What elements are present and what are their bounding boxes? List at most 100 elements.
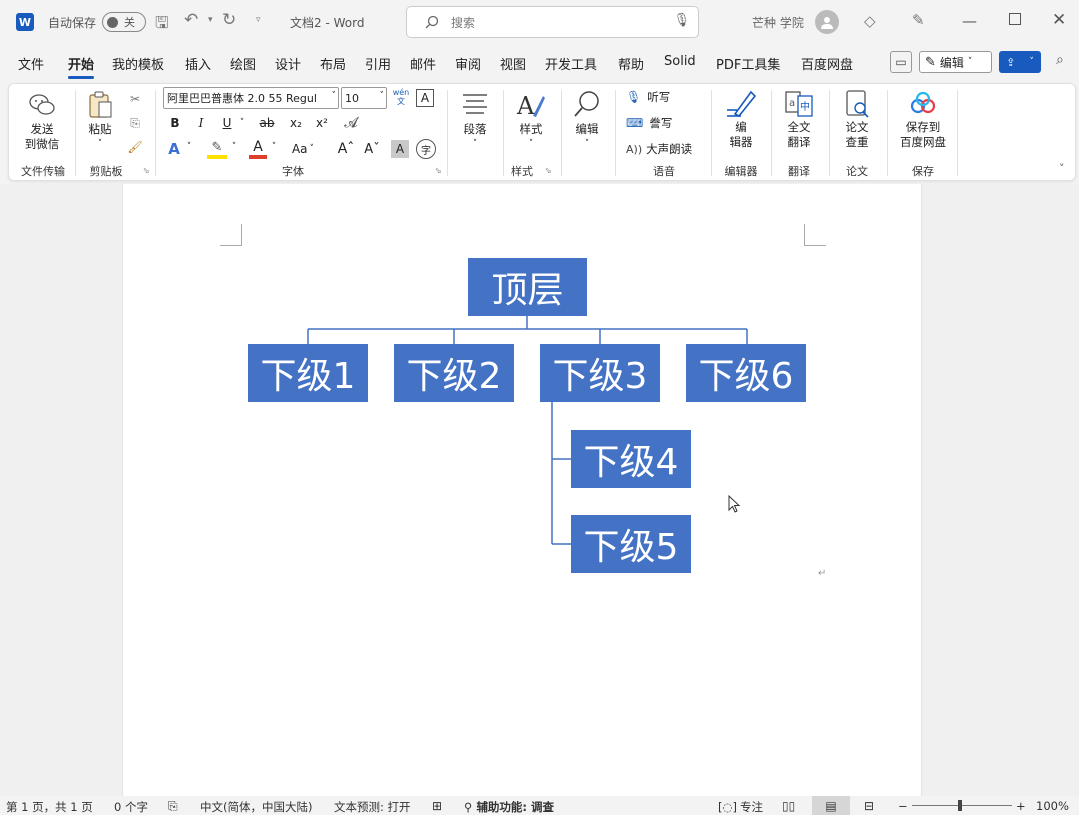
document-area[interactable]: 顶层 下级1 下级2 下级3 下级6 下级4 下级5 ↵ xyxy=(0,184,1079,796)
macro-recording-icon[interactable]: ⊞ xyxy=(432,799,442,813)
user-name[interactable]: 芒种 学院 xyxy=(752,14,804,31)
tab-references[interactable]: 引用 xyxy=(365,54,391,73)
org-node-child[interactable]: 下级1 xyxy=(248,344,368,402)
change-case-button[interactable]: Aa ˅ xyxy=(289,140,317,158)
autosave-toggle[interactable]: 关 xyxy=(102,12,146,32)
underline-button[interactable]: U xyxy=(219,114,235,132)
chevron-down-icon[interactable]: ˅ xyxy=(237,114,247,132)
dialog-launcher-icon[interactable]: ⬂ xyxy=(143,166,150,175)
org-node-child[interactable]: 下级6 xyxy=(686,344,806,402)
shrink-font-button[interactable]: Aˇ xyxy=(361,139,383,159)
close-icon[interactable]: ✕ xyxy=(1052,10,1066,30)
tab-file[interactable]: 文件 xyxy=(18,54,44,73)
tab-draw[interactable]: 绘图 xyxy=(230,54,256,73)
org-node-subchild[interactable]: 下级5 xyxy=(571,515,691,573)
read-aloud-button[interactable]: A)) 大声朗读 xyxy=(626,140,692,158)
send-to-wechat-button[interactable]: 发送 到微信 xyxy=(21,92,63,152)
undo-icon[interactable]: ↶ xyxy=(184,10,198,30)
org-node-child[interactable]: 下级2 xyxy=(394,344,514,402)
tab-my-templates[interactable]: 我的模板 xyxy=(112,54,164,73)
format-painter-icon[interactable]: 🖌 xyxy=(126,138,144,156)
subscript-button[interactable]: x₂ xyxy=(287,114,305,132)
search-box[interactable]: 搜索 🎙 xyxy=(406,6,699,38)
chevron-down-icon[interactable]: ˅ xyxy=(229,142,239,152)
dialog-launcher-icon[interactable]: ⬂ xyxy=(545,166,552,175)
editing-button[interactable]: 编辑 ˅ xyxy=(567,90,607,152)
save-to-baidu-button[interactable]: 保存到 百度网盘 xyxy=(893,88,953,150)
tab-pdf-tools[interactable]: PDF工具集 xyxy=(716,54,780,73)
italic-button[interactable]: I xyxy=(193,114,209,132)
document-page[interactable]: 顶层 下级1 下级2 下级3 下级6 下级4 下级5 ↵ xyxy=(122,184,922,796)
dictate-button[interactable]: 🎙 听写 xyxy=(626,88,670,106)
read-mode-icon[interactable]: ▯▯ xyxy=(782,799,795,813)
tab-design[interactable]: 设计 xyxy=(275,54,301,73)
undo-dropdown-icon[interactable]: ▾ xyxy=(208,15,213,25)
text-effects-icon[interactable]: A xyxy=(165,139,183,159)
save-icon[interactable]: 🖫 xyxy=(155,12,169,39)
print-layout-icon[interactable]: ▤ xyxy=(812,796,850,815)
tab-developer[interactable]: 开发工具 xyxy=(545,54,597,73)
page-count[interactable]: 第 1 页，共 1 页 xyxy=(6,799,93,815)
tab-solid[interactable]: Solid xyxy=(664,54,696,69)
zoom-level[interactable]: 100% xyxy=(1036,799,1069,813)
tab-home[interactable]: 开始 xyxy=(68,54,95,79)
word-count[interactable]: 0 个字 xyxy=(114,799,148,815)
tab-review[interactable]: 审阅 xyxy=(455,54,481,73)
char-shading-button[interactable]: A xyxy=(391,140,409,158)
bold-button[interactable]: B xyxy=(167,114,183,132)
text-prediction-status[interactable]: 文本预测: 打开 xyxy=(334,799,411,815)
comment-icon[interactable]: ▭ xyxy=(890,51,912,73)
diamond-icon[interactable]: ◇ xyxy=(864,12,876,30)
share-button[interactable]: ⇪ ˅ xyxy=(999,51,1041,73)
org-node-child[interactable]: 下级3 xyxy=(540,344,660,402)
accessibility-status[interactable]: ⚲ 辅助功能: 调查 xyxy=(464,799,554,815)
chevron-down-icon[interactable]: ˅ xyxy=(184,142,194,152)
focus-mode-button[interactable]: [◌] 专注 xyxy=(718,799,763,815)
tab-layout[interactable]: 布局 xyxy=(320,54,346,73)
maximize-icon[interactable] xyxy=(1009,13,1021,25)
grow-font-button[interactable]: Aˆ xyxy=(335,139,357,159)
translate-button[interactable]: a中 全文 翻译 xyxy=(777,88,821,150)
zoom-slider[interactable] xyxy=(912,805,1012,806)
superscript-button[interactable]: x² xyxy=(313,114,331,132)
editor-button[interactable]: 编 辑器 xyxy=(717,88,765,150)
minimize-icon[interactable]: — xyxy=(962,12,977,30)
styles-button[interactable]: A 样式 ˅ xyxy=(509,90,553,152)
clear-formatting-icon[interactable]: 𝓐 xyxy=(341,113,361,133)
highlight-icon[interactable]: ✎ xyxy=(207,139,227,159)
font-color-icon[interactable]: A xyxy=(249,139,267,159)
editing-mode-button[interactable]: ✎ 编辑 ˅ xyxy=(919,51,992,73)
org-node-top[interactable]: 顶层 xyxy=(468,258,587,316)
collapse-ribbon-icon[interactable]: ˅ xyxy=(1059,162,1065,175)
presenter-icon[interactable]: ⌕ xyxy=(1056,52,1064,68)
copy-icon[interactable]: ⎘ xyxy=(126,114,144,132)
tab-view[interactable]: 视图 xyxy=(500,54,526,73)
font-size-select[interactable]: 10 ˅ xyxy=(341,87,387,109)
paste-button[interactable]: 粘贴 ˅ xyxy=(83,90,117,152)
tab-mailings[interactable]: 邮件 xyxy=(410,54,436,73)
microphone-icon[interactable]: 🎙 xyxy=(673,13,690,28)
chevron-down-icon[interactable]: ˅ xyxy=(269,142,279,152)
cut-icon[interactable]: ✂ xyxy=(126,90,144,108)
paper-check-button[interactable]: 论文 查重 xyxy=(835,88,879,150)
font-name-select[interactable]: 阿里巴巴普惠体 2.0 55 Regul ˅ xyxy=(163,87,339,109)
strikethrough-button[interactable]: ab xyxy=(257,114,277,132)
zoom-slider-thumb[interactable] xyxy=(958,800,962,811)
dialog-launcher-icon[interactable]: ⬂ xyxy=(435,166,442,175)
pen-icon[interactable]: ✎ xyxy=(912,11,925,29)
tab-baidu-netdisk[interactable]: 百度网盘 xyxy=(801,54,853,73)
char-border-button[interactable]: A xyxy=(416,89,434,107)
transcribe-button[interactable]: ⌨ 誊写 xyxy=(626,114,672,132)
language-indicator[interactable]: 中文(简体，中国大陆) xyxy=(200,799,312,815)
customize-qat-icon[interactable]: ▿ xyxy=(256,15,261,25)
zoom-out-icon[interactable]: − xyxy=(898,799,908,813)
paragraph-button[interactable]: 段落 ˅ xyxy=(455,92,495,152)
avatar[interactable] xyxy=(815,10,839,34)
proofing-icon[interactable]: ⎘ xyxy=(168,799,178,814)
tab-insert[interactable]: 插入 xyxy=(185,54,211,73)
phonetic-guide-button[interactable]: wén文 xyxy=(391,87,411,107)
enclose-char-button[interactable]: 字 xyxy=(416,139,436,159)
redo-icon[interactable]: ↻ xyxy=(222,10,236,30)
org-node-subchild[interactable]: 下级4 xyxy=(571,430,691,488)
tab-help[interactable]: 帮助 xyxy=(618,54,644,73)
